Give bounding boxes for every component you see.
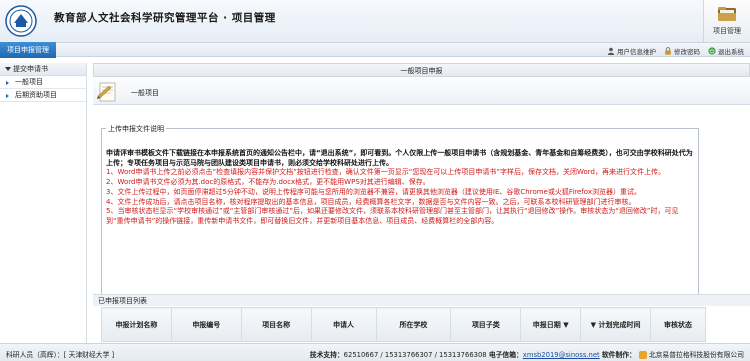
section-header: 一般项目 bbox=[93, 79, 750, 105]
sort-arrow-icon: ▼ bbox=[590, 320, 597, 329]
instruction-item: 5、当审核状态栏显示“学校审核通过”或“主管部门审核通过”后，如果还要修改文件，… bbox=[106, 207, 679, 225]
instruction-item: 3、文件上传过程中，如页面停滞超过5分钟不动，说明上传程序可能与您所用的浏览器不… bbox=[106, 187, 642, 196]
document-icon bbox=[97, 82, 116, 102]
support-label: 技术支持： bbox=[309, 351, 344, 359]
sidebar-heading[interactable]: 提交申请书 bbox=[0, 63, 86, 76]
sort-arrow-icon: ▼ bbox=[563, 320, 569, 329]
change-password-link[interactable]: 修改密码 bbox=[664, 46, 700, 56]
bullet-arrow-icon bbox=[6, 81, 9, 85]
sidebar-item-postfunded-project[interactable]: 后期资助项目 bbox=[0, 89, 86, 102]
instruction-item: 1、Word申请书上传之前必须点击“检查填报内容并保护文档”按钮进行检查，确认文… bbox=[106, 168, 665, 177]
column-header-declare-date[interactable]: 申报日期 ▼ bbox=[520, 307, 582, 342]
bullet-arrow-icon bbox=[6, 94, 9, 98]
section-label: 一般项目 bbox=[131, 89, 159, 97]
tab-project-declaration[interactable]: 项目申报管理 bbox=[0, 42, 56, 58]
software-company: 北京易普拉格科技股份有限公司 bbox=[648, 351, 744, 359]
instruction-item: 2、Word申请书文件必须为其.doc的原格式，不能存为.docx格式，更不能用… bbox=[106, 178, 430, 187]
declared-projects-title: 已申报项目列表 bbox=[93, 294, 750, 306]
app-header: 教育部人文社会科学研究管理平台 · 项目管理 项目管理 bbox=[0, 0, 750, 42]
support-phones: 62510667 / 15313766307 / 15313766308 bbox=[343, 351, 487, 359]
email-label: 电子信箱： bbox=[488, 351, 523, 359]
column-header-label: 计划完成时间 bbox=[598, 320, 641, 329]
upload-instructions-box: 上传申报文件说明 申请评审书模板文件下载链接在本申报系统首页的通知公告栏中，请“… bbox=[101, 124, 699, 300]
software-label: 软件制作： bbox=[601, 351, 636, 359]
project-management-label: 项目管理 bbox=[713, 27, 741, 35]
declared-projects-table: 申报计划名称 申报编号 项目名称 申请人 所在学校 项目子类 申报日期 ▼ ▼ … bbox=[101, 307, 706, 342]
footer-support-info: 技术支持：62510667 / 15313766307 / 1531376630… bbox=[310, 349, 744, 359]
logout-link[interactable]: 退出系统 bbox=[708, 46, 744, 56]
instructions-intro: 申请评审书模板文件下载链接在本申报系统首页的通知公告栏中，请“退出系统”，即可看… bbox=[106, 149, 693, 167]
sidebar-item-label: 一般项目 bbox=[15, 78, 43, 86]
column-header-project-name: 项目名称 bbox=[240, 307, 312, 342]
column-header-completion-time[interactable]: ▼ 计划完成时间 bbox=[580, 307, 652, 342]
upload-instructions-body: 申请评审书模板文件下载链接在本申报系统首页的通知公告栏中，请“退出系统”，即可看… bbox=[106, 149, 694, 227]
collapse-arrow-icon bbox=[5, 67, 11, 71]
project-management-button[interactable]: 项目管理 bbox=[703, 0, 750, 42]
footer: 科研人员（高辉）：[ 天津财经大学 ] 技术支持：62510667 / 1531… bbox=[0, 343, 750, 361]
sidebar-heading-label: 提交申请书 bbox=[13, 65, 48, 73]
ministry-logo-icon bbox=[5, 5, 37, 37]
logout-label: 退出系统 bbox=[718, 47, 744, 56]
instruction-item: 4、文件上传成功后，请点击项目名称，核对程序提取出的基本信息，项目成员，经费概算… bbox=[106, 197, 636, 206]
lock-icon bbox=[665, 46, 671, 55]
column-header-declaration-no: 申报编号 bbox=[170, 307, 242, 342]
user-info-label: 用户信息维护 bbox=[617, 47, 656, 56]
nav-bar: 项目申报管理 用户信息维护 修改密码 退出系统 bbox=[0, 42, 750, 58]
upload-instructions-legend: 上传申报文件说明 bbox=[106, 124, 166, 134]
main-content: 一般项目申报 一般项目 上传申报文件说明 申请评审书模板文件下载链接在本申报系统… bbox=[93, 63, 750, 343]
sidebar-item-label: 后期资助项目 bbox=[15, 91, 57, 99]
power-icon bbox=[708, 46, 716, 55]
column-header-applicant: 申请人 bbox=[310, 307, 377, 342]
column-header-subtype: 项目子类 bbox=[450, 307, 522, 342]
table-header-row: 申报计划名称 申报编号 项目名称 申请人 所在学校 项目子类 申报日期 ▼ ▼ … bbox=[101, 307, 706, 342]
sidebar: 提交申请书 一般项目 后期资助项目 bbox=[0, 63, 87, 343]
column-header-label: 申报日期 bbox=[532, 320, 561, 329]
app-title: 教育部人文社会科学研究管理平台 · 项目管理 bbox=[54, 12, 276, 24]
support-email-link[interactable]: xmsb2019@sinoss.net bbox=[523, 351, 600, 359]
column-header-school: 所在学校 bbox=[375, 307, 452, 342]
company-logo-icon bbox=[638, 351, 647, 359]
page-title: 一般项目申报 bbox=[93, 63, 750, 77]
column-header-review-status: 审核状态 bbox=[650, 307, 706, 342]
sidebar-item-general-project[interactable]: 一般项目 bbox=[0, 76, 86, 89]
nav-links: 用户信息维护 修改密码 退出系统 bbox=[607, 45, 744, 56]
footer-user-info: 科研人员（高辉）：[ 天津财经大学 ] bbox=[6, 351, 115, 359]
change-password-label: 修改密码 bbox=[674, 47, 700, 56]
folder-icon bbox=[718, 7, 736, 21]
user-icon bbox=[607, 47, 615, 55]
column-header-plan-name: 申报计划名称 bbox=[101, 307, 172, 342]
user-info-link[interactable]: 用户信息维护 bbox=[607, 46, 656, 56]
